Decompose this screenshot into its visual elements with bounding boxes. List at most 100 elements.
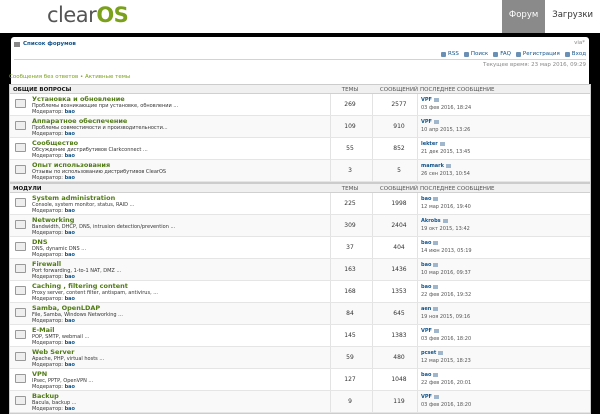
- column-divider: [417, 325, 418, 346]
- login-link[interactable]: Вход: [564, 51, 586, 57]
- last-post-author[interactable]: bao: [421, 240, 431, 246]
- moderator-link[interactable]: bao: [65, 274, 75, 280]
- last-post-author[interactable]: bao: [421, 372, 431, 378]
- moderator-link[interactable]: bao: [65, 109, 75, 115]
- view-latest-post-icon[interactable]: [438, 350, 444, 355]
- col-topics: ТЕМЫ: [341, 86, 359, 93]
- last-post-date: 12 мар 2016, 19:40: [421, 204, 471, 210]
- view-latest-post-icon[interactable]: [433, 262, 439, 267]
- forum-row[interactable]: Firewall Port forwarding, 1-to-1 NAT, DMZ…: [10, 259, 590, 281]
- moderator-link[interactable]: bao: [65, 318, 75, 324]
- font-size-switcher[interactable]: via*: [574, 40, 585, 46]
- last-post-author[interactable]: VPF: [421, 119, 432, 125]
- forum-row[interactable]: Networking Bandwidth, DHCP, DNS, intrusio…: [10, 215, 590, 237]
- moderator-link[interactable]: bao: [65, 208, 75, 214]
- column-divider: [330, 116, 331, 137]
- clearos-logo[interactable]: clearOS: [47, 3, 129, 27]
- view-latest-post-icon[interactable]: [433, 196, 439, 201]
- forum-row[interactable]: Samba, OpenLDAP File, Samba, Windows Netw…: [10, 303, 590, 325]
- breadcrumb-home-label[interactable]: Список форумов: [23, 41, 76, 47]
- moderator-link[interactable]: bao: [65, 384, 75, 390]
- moderator-link[interactable]: bao: [65, 340, 75, 346]
- column-divider: [330, 369, 331, 390]
- nav-downloads[interactable]: Загрузки: [545, 0, 600, 33]
- breadcrumb-home[interactable]: Список форумов: [14, 41, 76, 47]
- moderator-link[interactable]: bao: [65, 131, 75, 137]
- view-latest-post-icon[interactable]: [433, 394, 439, 399]
- column-divider: [417, 303, 418, 324]
- last-post: bao 12 мар 2016, 19:40: [421, 196, 471, 210]
- view-latest-post-icon[interactable]: [439, 141, 445, 146]
- column-divider: [372, 215, 373, 236]
- view-latest-post-icon[interactable]: [433, 284, 439, 289]
- view-latest-post-icon[interactable]: [433, 306, 439, 311]
- moderator-link[interactable]: bao: [65, 153, 75, 159]
- forum-row[interactable]: Аппаратное обеспечение Проблемы совместим…: [10, 116, 590, 138]
- view-latest-post-icon[interactable]: [433, 372, 439, 377]
- last-post-date: 22 фев 2016, 20:01: [421, 380, 472, 386]
- moderator-link[interactable]: bao: [65, 406, 75, 412]
- column-divider: [372, 369, 373, 390]
- forum-row[interactable]: Сообщество Обсуждение дистрибутивов Clark…: [10, 138, 590, 160]
- last-post-author[interactable]: VPF: [421, 394, 432, 400]
- section-header: МОДУЛИ ТЕМЫ СООБЩЕНИЙ ПОСЛЕДНЕЕ СООБЩЕНИ…: [10, 184, 590, 193]
- forum-moderator: Модератор: bao: [32, 251, 75, 258]
- moderator-link[interactable]: bao: [65, 296, 75, 302]
- col-last-post: ПОСЛЕДНЕЕ СООБЩЕНИЕ: [420, 185, 495, 192]
- column-divider: [330, 215, 331, 236]
- view-latest-post-icon[interactable]: [433, 119, 439, 124]
- last-post-author[interactable]: bao: [421, 262, 431, 268]
- view-latest-post-icon[interactable]: [445, 163, 451, 168]
- forum-row[interactable]: Web Server Apache, PHP, virtual hosts ...…: [10, 347, 590, 369]
- quick-links[interactable]: Сообщения без ответов • Активные темы: [9, 74, 130, 80]
- posts-count: 404: [393, 244, 405, 251]
- last-post: VPF 10 апр 2015, 13:26: [421, 119, 470, 133]
- column-divider: [372, 325, 373, 346]
- column-divider: [417, 391, 418, 412]
- column-divider: [372, 391, 373, 412]
- rss-link[interactable]: RSS: [441, 51, 459, 57]
- last-post: pcset 12 мар 2015, 18:23: [421, 350, 471, 364]
- forum-moderator: Модератор: bao: [32, 405, 75, 412]
- register-link[interactable]: Регистрация: [515, 51, 560, 57]
- view-latest-post-icon[interactable]: [433, 240, 439, 245]
- moderator-link[interactable]: bao: [65, 175, 75, 181]
- posts-count: 119: [393, 398, 405, 405]
- search-link[interactable]: Поиск: [463, 51, 488, 57]
- last-post-date: 19 окт 2015, 13:42: [421, 226, 470, 232]
- last-post-author[interactable]: bao: [421, 284, 431, 290]
- view-latest-post-icon[interactable]: [433, 97, 439, 102]
- last-post-author[interactable]: VPF: [421, 328, 432, 334]
- forum-row[interactable]: E-Mail POP, SMTP, webmail ... Модератор: b…: [10, 325, 590, 347]
- column-divider: [330, 347, 331, 368]
- last-post-author[interactable]: mamark: [421, 163, 444, 169]
- topics-count: 163: [344, 266, 356, 273]
- forum-row[interactable]: DNS DNS, dynamic DNS ... Модератор: bao 37 4…: [10, 237, 590, 259]
- last-post-author[interactable]: lekter: [421, 141, 438, 147]
- last-post-date: 03 фев 2016, 18:20: [421, 336, 472, 342]
- last-post-author[interactable]: VPF: [421, 97, 432, 103]
- forum-row[interactable]: Backup Bacula, backup ... Модератор: bao 9 1…: [10, 391, 590, 413]
- home-icon: [14, 41, 20, 47]
- view-latest-post-icon[interactable]: [442, 218, 448, 223]
- section-title: ОБЩИЕ ВОПРОСЫ: [13, 86, 72, 93]
- moderator-link[interactable]: bao: [65, 230, 75, 236]
- faq-link[interactable]: FAQ: [493, 51, 511, 57]
- last-post-author[interactable]: bao: [421, 196, 431, 202]
- last-post-author[interactable]: pcset: [421, 350, 436, 356]
- topics-count: 309: [344, 222, 356, 229]
- register-icon: [515, 51, 521, 57]
- column-divider: [372, 116, 373, 137]
- last-post-author[interactable]: Akrobs: [421, 218, 441, 224]
- topics-count: 59: [346, 354, 354, 361]
- forum-row[interactable]: System administration Console, system mon…: [10, 193, 590, 215]
- forum-row[interactable]: Установка и обновление Проблемы возникающ…: [10, 94, 590, 116]
- last-post-author[interactable]: aen: [421, 306, 431, 312]
- nav-forum[interactable]: Форум: [501, 0, 546, 33]
- forum-row[interactable]: Опыт использования Отзывы по использовани…: [10, 160, 590, 182]
- moderator-link[interactable]: bao: [65, 362, 75, 368]
- view-latest-post-icon[interactable]: [433, 328, 439, 333]
- forum-row[interactable]: VPN IPsec, PPTP, OpenVPN ... Модератор: ba…: [10, 369, 590, 391]
- moderator-link[interactable]: bao: [65, 252, 75, 258]
- forum-row[interactable]: Caching , filtering content Proxy server,…: [10, 281, 590, 303]
